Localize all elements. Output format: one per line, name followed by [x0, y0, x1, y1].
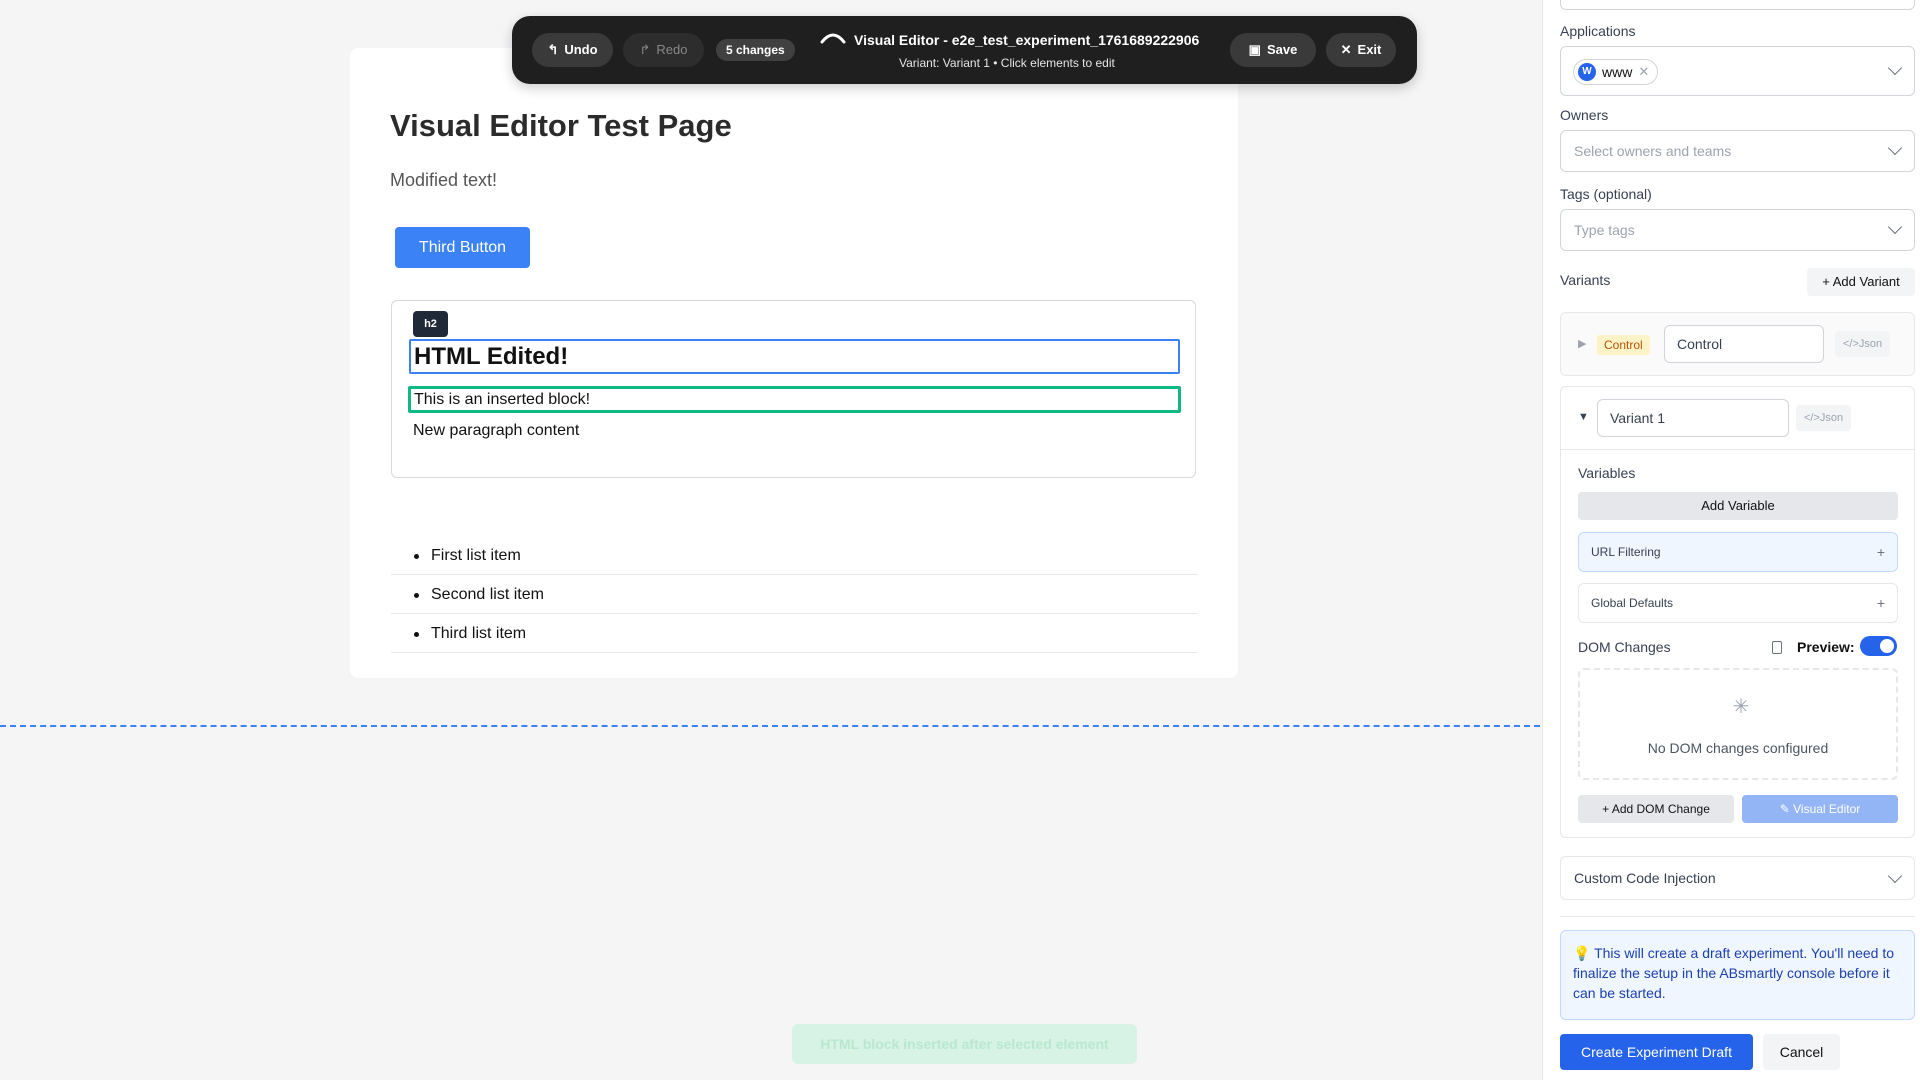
toolbar-title: Visual Editor - e2e_test_experiment_1761…	[854, 32, 1200, 48]
top-field-partial[interactable]	[1560, 0, 1915, 10]
dom-changes-label: DOM Changes	[1578, 639, 1671, 655]
test-page-card: Visual Editor Test Page Modified text! T…	[350, 48, 1238, 678]
new-paragraph[interactable]: New paragraph content	[413, 422, 579, 440]
dom-changes-empty-state: ✳ No DOM changes configured	[1578, 668, 1898, 780]
variants-label: Variants	[1560, 272, 1611, 288]
clipboard-icon[interactable]	[1772, 641, 1782, 654]
item-list: First list item Second list item Third l…	[391, 536, 1197, 653]
add-variant-button[interactable]: + Add Variant	[1807, 268, 1915, 296]
plus-icon: +	[1876, 544, 1885, 560]
owners-placeholder: Select owners and teams	[1574, 143, 1732, 159]
toast-notification: HTML block inserted after selected eleme…	[792, 1024, 1137, 1064]
variant1-json-button[interactable]: </>Json	[1796, 405, 1852, 431]
chevron-down-icon	[1887, 60, 1903, 76]
add-dom-change-button[interactable]: + Add DOM Change	[1578, 795, 1734, 823]
tags-placeholder: Type tags	[1574, 222, 1635, 238]
divider	[1561, 449, 1914, 450]
toolbar-subtitle: Variant: Variant 1 • Click elements to e…	[899, 56, 1115, 70]
add-variable-button[interactable]: Add Variable	[1578, 492, 1898, 520]
collapse-triangle-icon[interactable]: ▼	[1578, 411, 1589, 423]
changes-count-badge: 5 changes	[716, 39, 795, 61]
owners-label: Owners	[1560, 107, 1609, 123]
control-badge: Control	[1597, 335, 1650, 355]
inserted-block[interactable]: This is an inserted block!	[408, 386, 1181, 413]
visual-editor-toolbar: ↰ Undo ↱ Redo 5 changes Visual Editor - e2…	[512, 16, 1417, 84]
tags-label: Tags (optional)	[1560, 186, 1652, 202]
pencil-icon: ✎	[1779, 802, 1794, 816]
list-item[interactable]: Second list item	[391, 575, 1197, 614]
save-button[interactable]: ▣ Save	[1230, 33, 1316, 67]
empty-state-text: No DOM changes configured	[1647, 740, 1829, 756]
variant1-name-input[interactable]: Variant 1	[1597, 399, 1789, 437]
redo-icon: ↱	[639, 42, 651, 57]
plus-icon: +	[1602, 802, 1612, 816]
variant1-panel: ▼ Variant 1 </>Json Variables Add Variab…	[1560, 386, 1915, 838]
tags-input[interactable]: Type tags	[1560, 209, 1915, 251]
visual-editor-button[interactable]: ✎ Visual Editor	[1742, 795, 1898, 823]
page-boundary-line	[0, 725, 1540, 727]
draft-info-box: 💡 This will create a draft experiment. Y…	[1560, 930, 1915, 1020]
list-item[interactable]: First list item	[391, 536, 1197, 575]
divider	[1560, 916, 1915, 917]
list-item[interactable]: Third list item	[391, 614, 1197, 653]
owners-select[interactable]: Select owners and teams	[1560, 130, 1915, 172]
content-box[interactable]: h2 HTML Edited! This is an inserted bloc…	[391, 300, 1196, 478]
exit-button[interactable]: ✕ Exit	[1326, 33, 1396, 67]
control-variant-row: ▶ Control Control </>Json	[1560, 312, 1915, 376]
undo-button[interactable]: ↰ Undo	[532, 33, 613, 67]
application-chip: W www ✕	[1573, 59, 1659, 85]
cursor-click-icon: ✳	[1732, 696, 1750, 718]
chevron-down-icon	[1887, 868, 1903, 884]
undo-icon: ↰	[547, 42, 559, 57]
experiment-sidebar: Applications W www ✕ Owners Select owner…	[1542, 0, 1920, 1080]
page-subtitle[interactable]: Modified text!	[390, 170, 497, 191]
plus-icon: +	[1876, 595, 1885, 611]
create-experiment-draft-button[interactable]: Create Experiment Draft	[1560, 1034, 1753, 1070]
absmartly-logo-icon	[820, 33, 846, 44]
save-icon: ▣	[1248, 42, 1261, 57]
page-title[interactable]: Visual Editor Test Page	[390, 108, 732, 144]
chevron-down-icon	[1887, 140, 1903, 156]
remove-chip-icon[interactable]: ✕	[1638, 64, 1649, 80]
custom-code-injection-section[interactable]: Custom Code Injection	[1560, 856, 1915, 900]
lightbulb-icon: 💡	[1573, 945, 1595, 961]
app-avatar-icon: W	[1578, 63, 1596, 81]
global-defaults-section[interactable]: Global Defaults +	[1578, 583, 1898, 623]
preview-toggle[interactable]	[1860, 636, 1897, 656]
control-json-button[interactable]: </>Json	[1835, 331, 1891, 357]
preview-label: Preview:	[1797, 639, 1855, 655]
plus-icon: +	[1822, 274, 1833, 289]
expand-triangle-icon[interactable]: ▶	[1578, 337, 1586, 350]
applications-label: Applications	[1560, 23, 1636, 39]
third-button[interactable]: Third Button	[395, 227, 530, 268]
url-filtering-section[interactable]: URL Filtering +	[1578, 532, 1898, 572]
chevron-down-icon	[1887, 219, 1903, 235]
control-name-input[interactable]: Control	[1664, 325, 1824, 363]
cancel-button[interactable]: Cancel	[1763, 1034, 1840, 1070]
applications-select[interactable]: W www ✕	[1560, 46, 1915, 96]
redo-button[interactable]: ↱ Redo	[623, 33, 704, 67]
close-icon: ✕	[1340, 42, 1352, 57]
variables-label: Variables	[1578, 465, 1636, 481]
selected-h2[interactable]: HTML Edited!	[409, 339, 1180, 374]
element-tag-badge: h2	[413, 311, 448, 337]
